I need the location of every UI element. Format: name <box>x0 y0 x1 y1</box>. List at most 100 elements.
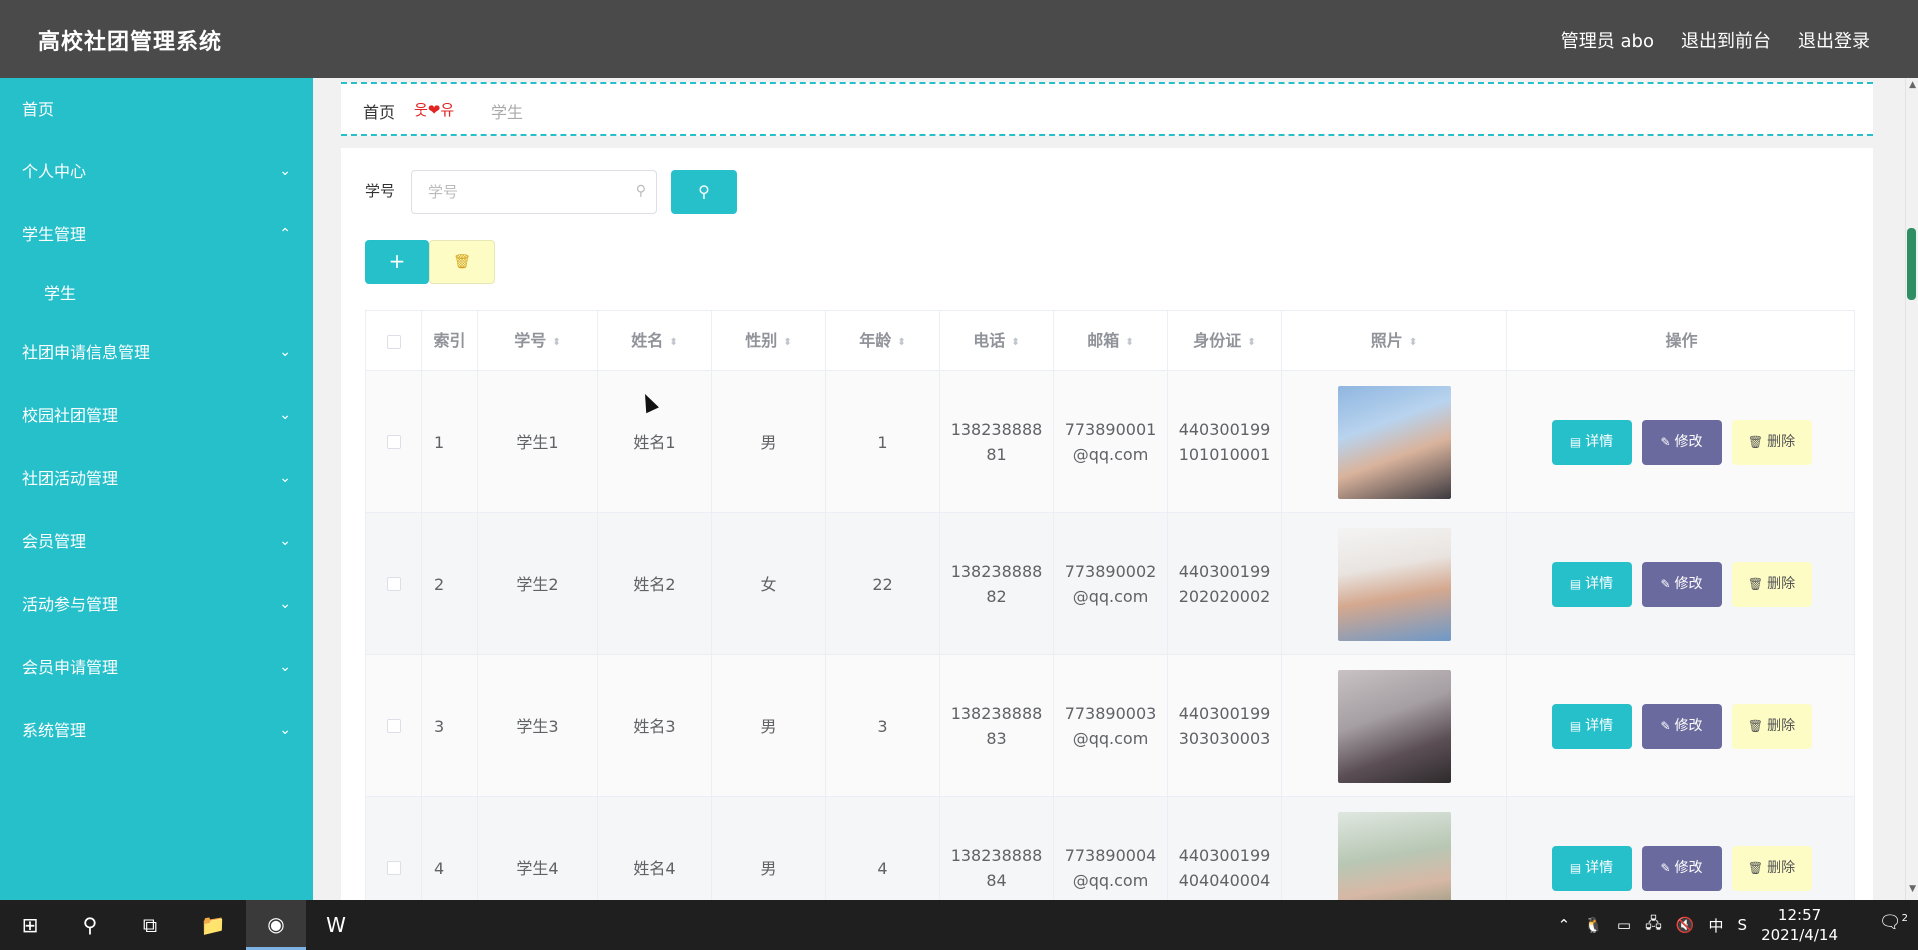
scroll-up-arrow-icon[interactable]: ▲ <box>1909 80 1916 90</box>
file-explorer-icon[interactable]: 📁 <box>183 900 243 950</box>
exit-front-link[interactable]: 退出到前台 <box>1681 27 1771 53</box>
cell-gender: 男 <box>712 655 826 797</box>
row-select-cell <box>366 371 422 513</box>
chevron-up-icon[interactable]: ⌃ <box>1558 916 1571 934</box>
breadcrumb-home[interactable]: 首页 <box>363 99 395 123</box>
word-icon[interactable]: W <box>306 900 366 950</box>
detail-button[interactable]: ▤ 详情 <box>1551 703 1632 749</box>
sidebar-item-student[interactable]: 学生 <box>0 266 313 321</box>
edit-button[interactable]: ✎ 修改 <box>1641 419 1722 465</box>
sort-icon[interactable]: ⬍ <box>669 337 677 348</box>
admin-label[interactable]: 管理员 abo <box>1561 27 1654 53</box>
network-icon[interactable]: 🖧 <box>1645 913 1662 938</box>
scroll-down-arrow-icon[interactable]: ▼ <box>1909 884 1916 894</box>
scrollbar-thumb[interactable] <box>1907 228 1916 300</box>
pencil-icon: ✎ <box>1660 434 1671 449</box>
logout-link[interactable]: 退出登录 <box>1798 27 1870 53</box>
delete-button[interactable]: 🗑 删除 <box>1731 845 1812 891</box>
chrome-icon[interactable]: ◉ <box>246 900 306 950</box>
sort-icon[interactable]: ⬍ <box>1409 337 1417 348</box>
sogou-icon[interactable]: S <box>1738 916 1748 934</box>
edit-button[interactable]: ✎ 修改 <box>1641 845 1722 891</box>
row-checkbox[interactable] <box>386 577 401 591</box>
chevron-down-icon: ⌄ <box>279 470 291 486</box>
header-label: 索引 <box>433 331 466 350</box>
sidebar-item-personal-center[interactable]: 个人中心 ⌄ <box>0 140 313 203</box>
header-phone[interactable]: 电话 ⬍ <box>940 311 1054 371</box>
row-checkbox[interactable] <box>386 435 401 449</box>
student-photo[interactable] <box>1337 669 1451 783</box>
delete-button[interactable]: 🗑 删除 <box>1731 419 1812 465</box>
sort-icon[interactable]: ⬍ <box>897 337 905 348</box>
header-name[interactable]: 姓名 ⬍ <box>598 311 712 371</box>
edit-label: 修改 <box>1674 433 1703 450</box>
sidebar-item-activity-participation[interactable]: 活动参与管理 ⌄ <box>0 573 313 636</box>
battery-icon[interactable]: ▭ <box>1617 916 1631 934</box>
volume-muted-icon[interactable]: 🔇 <box>1676 916 1695 934</box>
sidebar-item-label: 个人中心 <box>22 162 87 181</box>
sort-icon[interactable]: ⬍ <box>1011 337 1019 348</box>
search-button[interactable]: ⚲ <box>671 170 737 214</box>
sort-icon[interactable]: ⬍ <box>552 337 560 348</box>
header-student-no[interactable]: 学号 ⬍ <box>478 311 598 371</box>
sidebar-item-member-application[interactable]: 会员申请管理 ⌄ <box>0 636 313 699</box>
sidebar-item-system[interactable]: 系统管理 ⌄ <box>0 699 313 762</box>
delete-button[interactable]: 🗑 删除 <box>1731 703 1812 749</box>
clock[interactable]: 12:57 2021/4/14 <box>1761 905 1838 945</box>
header-index: 索引 <box>422 311 478 371</box>
document-icon: ▤ <box>1569 434 1582 449</box>
add-button[interactable]: + <box>365 240 429 284</box>
header-age[interactable]: 年龄 ⬍ <box>826 311 940 371</box>
notification-icon[interactable]: 🗨2 <box>1879 912 1908 933</box>
student-photo[interactable] <box>1337 527 1451 641</box>
edit-button[interactable]: ✎ 修改 <box>1641 703 1722 749</box>
select-all-checkbox[interactable] <box>386 334 401 349</box>
email-text: 773890001 @qq.com <box>1064 420 1157 464</box>
detail-button[interactable]: ▤ 详情 <box>1551 845 1632 891</box>
main-content: 首页 웃❤유 学生 学号 ⚲ ⚲ + 🗑 索引 <box>313 78 1905 900</box>
sidebar-item-campus-club[interactable]: 校园社团管理 ⌄ <box>0 384 313 447</box>
search-icon: ⚲ <box>635 183 646 199</box>
task-view-icon[interactable]: ⧉ <box>120 900 180 950</box>
cell-index: 4 <box>422 797 478 900</box>
sidebar-item-club-activity[interactable]: 社团活动管理 ⌄ <box>0 447 313 510</box>
cell-actions: ▤ 详情 ✎ 修改 🗑 删除 <box>1507 513 1856 655</box>
page-scrollbar[interactable] <box>1905 78 1918 900</box>
delete-button[interactable]: 🗑 删除 <box>1731 561 1812 607</box>
edit-button[interactable]: ✎ 修改 <box>1641 561 1722 607</box>
detail-button[interactable]: ▤ 详情 <box>1551 419 1632 465</box>
header-photo[interactable]: 照片 ⬍ <box>1282 311 1507 371</box>
chevron-down-icon: ⌄ <box>279 596 291 612</box>
row-checkbox[interactable] <box>386 861 401 875</box>
sidebar-item-club-application-info[interactable]: 社团申请信息管理 ⌄ <box>0 321 313 384</box>
delete-label: 删除 <box>1767 859 1796 876</box>
batch-delete-button[interactable]: 🗑 <box>429 240 495 284</box>
table-row: 1 学生1 姓名1 男 1 138238888 81 773890001 @qq… <box>366 371 1854 513</box>
sidebar-item-label: 社团申请信息管理 <box>22 343 151 362</box>
sidebar-item-member[interactable]: 会员管理 ⌄ <box>0 510 313 573</box>
qq-icon[interactable]: 🐧 <box>1584 916 1603 934</box>
sort-icon[interactable]: ⬍ <box>783 337 791 348</box>
detail-button[interactable]: ▤ 详情 <box>1551 561 1632 607</box>
plus-icon: + <box>388 249 406 273</box>
header-id-card[interactable]: 身份证 ⬍ <box>1168 311 1282 371</box>
sort-icon[interactable]: ⬍ <box>1247 337 1255 348</box>
header-gender[interactable]: 性别 ⬍ <box>712 311 826 371</box>
cell-gender: 男 <box>712 797 826 900</box>
cell-actions: ▤ 详情 ✎ 修改 🗑 删除 <box>1507 797 1856 900</box>
header-email[interactable]: 邮箱 ⬍ <box>1054 311 1168 371</box>
sidebar-item-student-management[interactable]: 学生管理 ⌃ <box>0 203 313 266</box>
cell-student-no: 学生3 <box>478 655 598 797</box>
student-photo[interactable] <box>1337 385 1451 499</box>
ime-indicator[interactable]: 中 <box>1709 915 1724 936</box>
search-input[interactable] <box>412 171 612 213</box>
phone-text: 138238888 81 <box>950 420 1043 464</box>
table-header: 索引 学号 ⬍ 姓名 ⬍ 性别 ⬍ 年龄 ⬍ 电话 ⬍ 邮箱 ⬍ 身份证 ⬍ 照… <box>366 311 1854 371</box>
cell-actions: ▤ 详情 ✎ 修改 🗑 删除 <box>1507 371 1856 513</box>
windows-start-icon[interactable]: ⊞ <box>0 900 60 950</box>
row-checkbox[interactable] <box>386 719 401 733</box>
student-photo[interactable] <box>1337 811 1451 900</box>
sidebar-item-home[interactable]: 首页 <box>0 78 313 140</box>
search-icon[interactable]: ⚲ <box>60 900 120 950</box>
sort-icon[interactable]: ⬍ <box>1125 337 1133 348</box>
